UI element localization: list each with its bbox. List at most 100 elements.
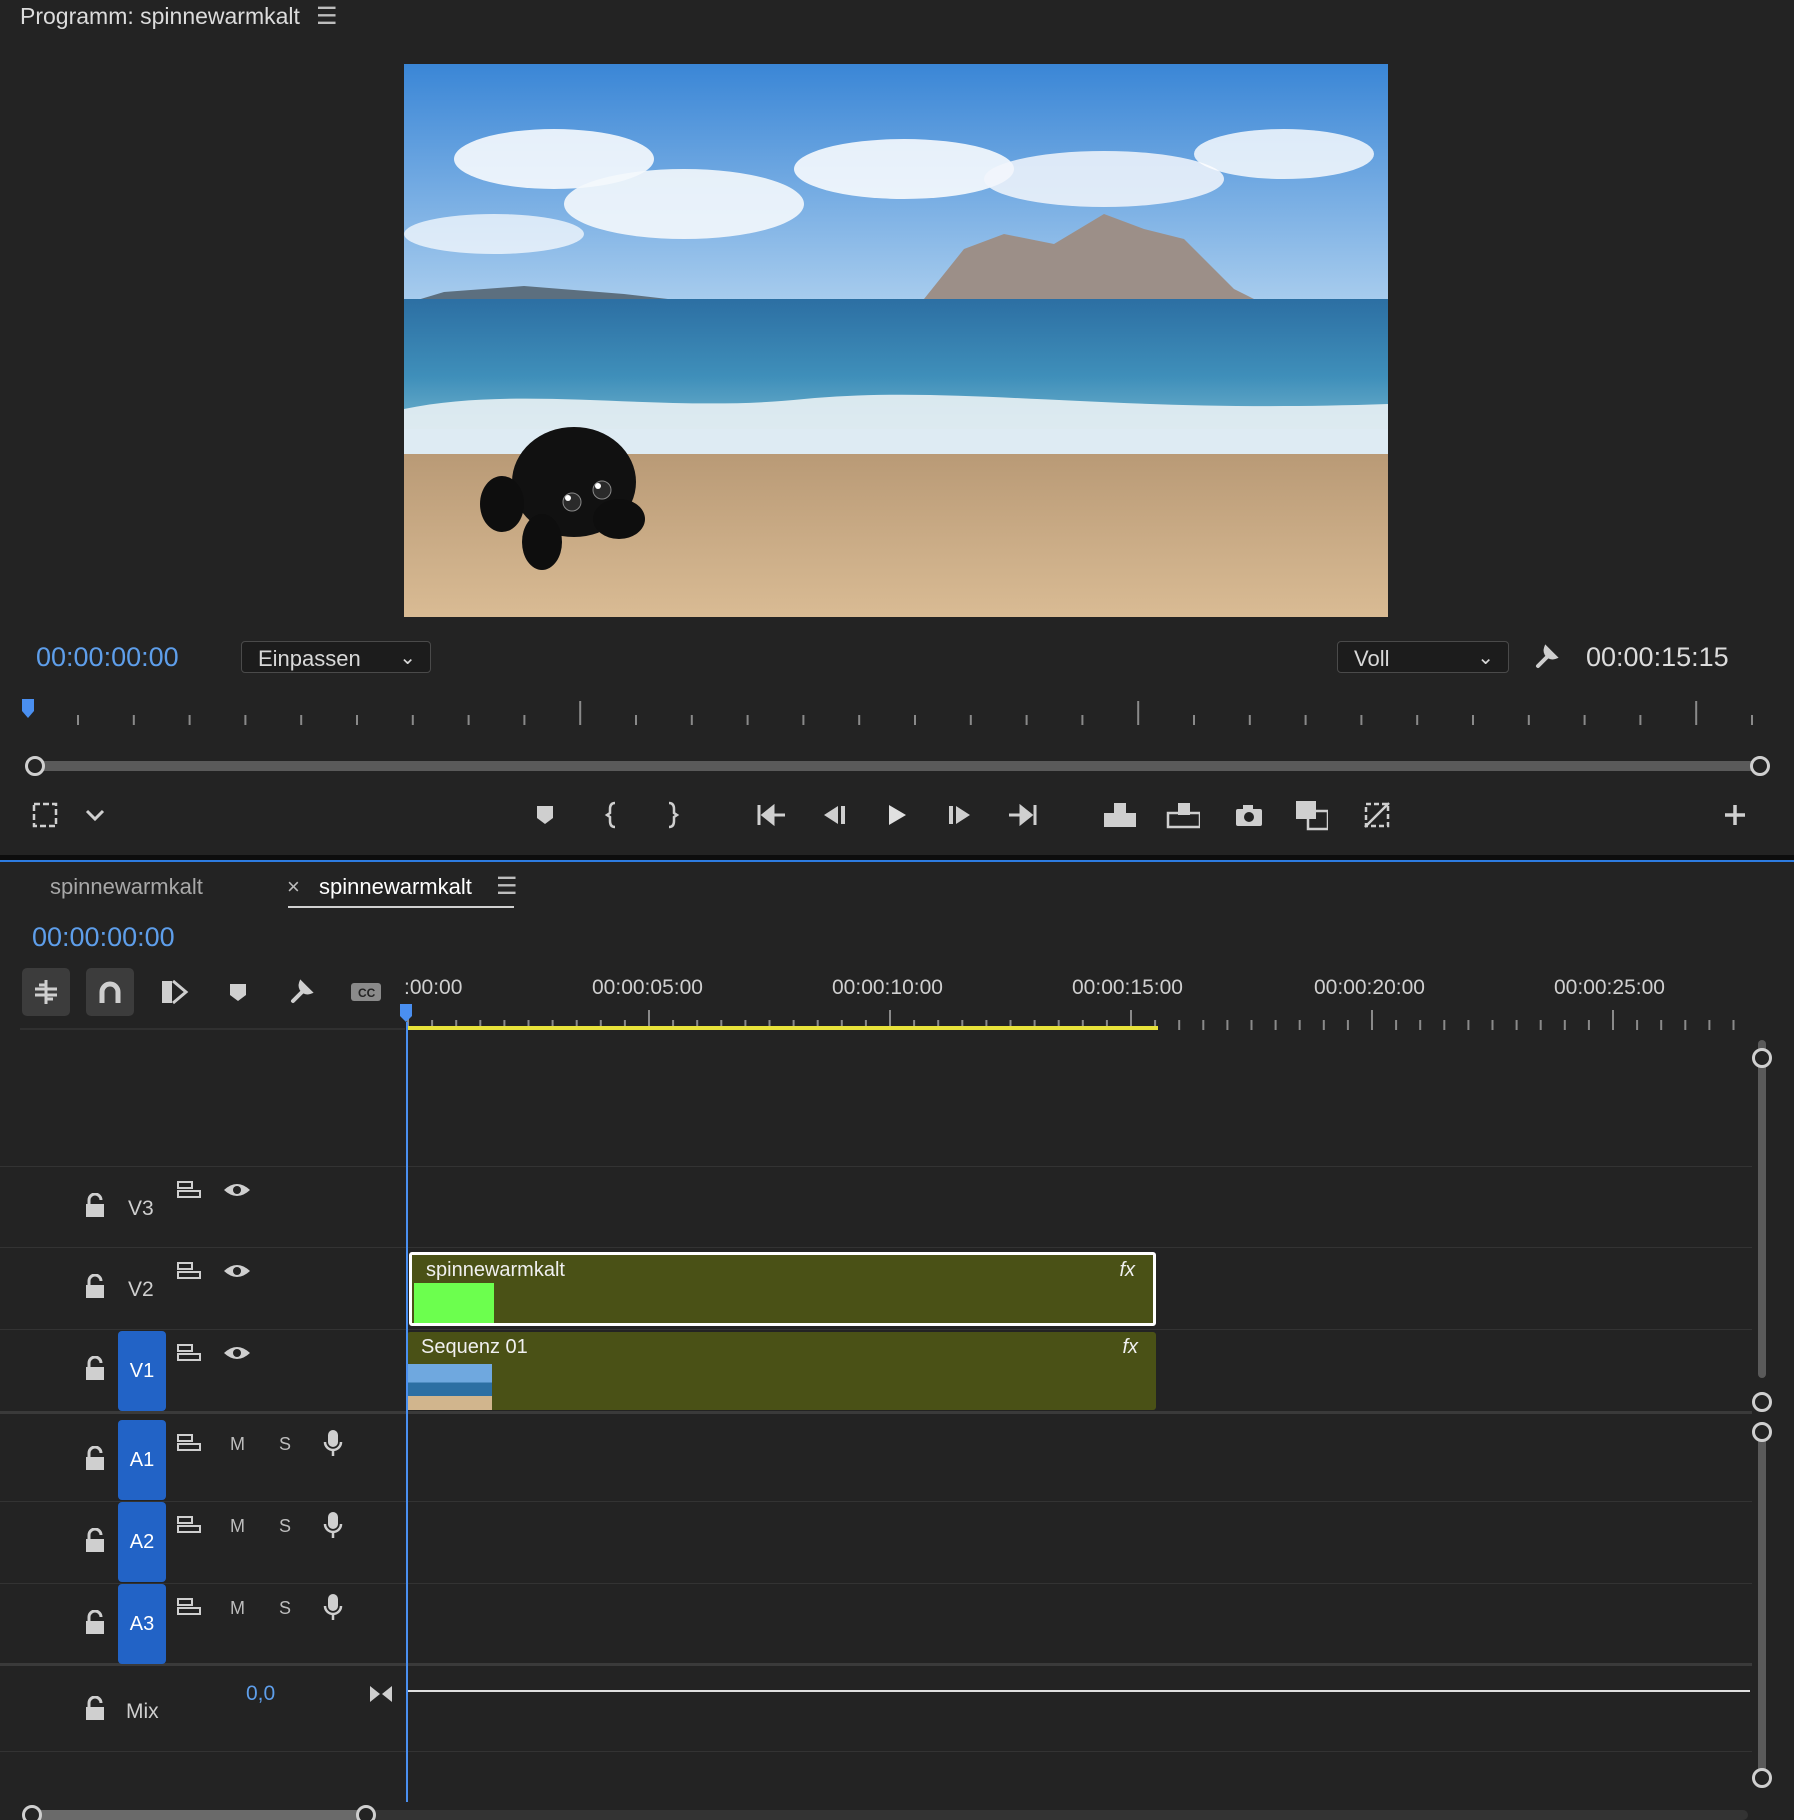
eye-icon[interactable] <box>222 1180 252 1205</box>
svg-text:CC: CC <box>358 986 376 1000</box>
timeline-ruler[interactable] <box>0 1002 1794 1042</box>
work-area-bar[interactable] <box>406 1026 1158 1030</box>
sync-lock-icon[interactable] <box>176 1260 202 1287</box>
track-target-v1[interactable]: V1 <box>118 1331 166 1411</box>
active-tab-underline <box>288 906 514 908</box>
mic-icon[interactable] <box>322 1592 344 1627</box>
lift-icon[interactable] <box>1102 798 1136 832</box>
playback-resolution-value: Voll <box>1354 646 1390 671</box>
track-target-a3[interactable]: A3 <box>118 1584 166 1664</box>
track-v1[interactable]: V1 Sequenz 01 fx <box>0 1330 1752 1414</box>
playhead-line[interactable] <box>406 1022 408 1802</box>
lock-icon[interactable] <box>84 1355 106 1387</box>
mic-icon[interactable] <box>322 1510 344 1545</box>
mute-button[interactable]: M <box>230 1598 245 1619</box>
lock-icon[interactable] <box>84 1273 106 1305</box>
play-icon[interactable] <box>880 798 914 832</box>
go-to-in-icon[interactable] <box>754 798 788 832</box>
eye-icon[interactable] <box>222 1261 252 1286</box>
menu-icon[interactable]: ☰ <box>496 872 518 901</box>
mark-out-icon[interactable] <box>654 798 688 832</box>
add-icon[interactable] <box>1718 798 1752 832</box>
scrollbar-handle[interactable] <box>1752 1422 1772 1442</box>
scrollbar-handle[interactable] <box>1752 1392 1772 1412</box>
overlay-icon[interactable] <box>1360 798 1394 832</box>
scrollbar-handle[interactable] <box>1752 1048 1772 1068</box>
sync-lock-icon[interactable] <box>176 1514 202 1541</box>
go-to-out-icon[interactable] <box>1006 798 1040 832</box>
clip-sequenz-01[interactable]: Sequenz 01 fx <box>407 1332 1156 1410</box>
mic-icon[interactable] <box>322 1428 344 1463</box>
track-name[interactable]: V3 <box>128 1197 154 1221</box>
sync-lock-icon[interactable] <box>176 1342 202 1369</box>
tab-sequence-active[interactable]: spinnewarmkalt <box>319 874 472 900</box>
extract-icon[interactable] <box>1166 798 1200 832</box>
scrollbar-handle[interactable] <box>1752 1768 1772 1788</box>
solo-button[interactable]: S <box>279 1516 291 1537</box>
scrollbar-start-handle[interactable] <box>25 756 45 776</box>
program-video-frame[interactable] <box>404 64 1388 617</box>
zoom-level-value: Einpassen <box>258 646 361 671</box>
mute-button[interactable]: M <box>230 1516 245 1537</box>
track-name[interactable]: V2 <box>128 1278 154 1302</box>
tab-close-icon[interactable]: × <box>287 874 300 900</box>
track-v3[interactable]: V3 <box>0 1166 1752 1248</box>
zoom-level-dropdown[interactable]: Einpassen ⌄ <box>241 641 431 673</box>
mix-volume-value[interactable]: 0,0 <box>246 1682 275 1706</box>
audio-tracks-scrollbar[interactable] <box>1758 1432 1766 1782</box>
lock-icon[interactable] <box>84 1445 106 1477</box>
wrench-icon[interactable] <box>1530 640 1564 674</box>
ruler-label: 00:00:05:00 <box>592 976 703 999</box>
clip-name: Sequenz 01 <box>421 1336 528 1358</box>
mark-in-icon[interactable] <box>596 798 630 832</box>
scrollbar-handle[interactable] <box>356 1805 376 1820</box>
timeline-panel: spinnewarmkalt × spinnewarmkalt ☰ 00:00:… <box>0 860 1794 1820</box>
clip-name: spinnewarmkalt <box>426 1259 565 1281</box>
solo-button[interactable]: S <box>279 1434 291 1455</box>
eye-icon[interactable] <box>222 1343 252 1368</box>
playhead-marker[interactable] <box>400 1004 412 1022</box>
tab-sequence-inactive[interactable]: spinnewarmkalt <box>50 874 203 900</box>
mix-volume-line[interactable] <box>408 1690 1750 1692</box>
sync-lock-icon[interactable] <box>176 1596 202 1623</box>
track-a3[interactable]: A3 M S <box>0 1584 1752 1666</box>
menu-icon[interactable]: ☰ <box>316 2 338 31</box>
sync-lock-icon[interactable] <box>176 1432 202 1459</box>
compare-icon[interactable] <box>1294 798 1328 832</box>
lock-icon[interactable] <box>84 1192 106 1224</box>
camera-icon[interactable] <box>1232 798 1266 832</box>
fx-badge: fx <box>1122 1336 1138 1358</box>
playback-resolution-dropdown[interactable]: Voll ⌄ <box>1337 641 1509 673</box>
mix-end-icon[interactable] <box>368 1684 394 1709</box>
sync-lock-icon[interactable] <box>176 1179 202 1206</box>
video-frame-image <box>404 64 1388 617</box>
ruler-label: 00:00:25:00 <box>1554 976 1665 999</box>
solo-button[interactable]: S <box>279 1598 291 1619</box>
track-a2[interactable]: A2 M S <box>0 1502 1752 1584</box>
lock-icon[interactable] <box>84 1695 106 1727</box>
step-forward-icon[interactable] <box>942 798 976 832</box>
mute-button[interactable]: M <box>230 1434 245 1455</box>
clip-spinnewarmkalt[interactable]: spinnewarmkalt fx <box>409 1252 1156 1326</box>
scrollbar-end-handle[interactable] <box>1750 756 1770 776</box>
program-time-ruler[interactable] <box>0 695 1794 735</box>
marker-icon[interactable] <box>528 798 562 832</box>
playhead-marker[interactable] <box>22 699 34 718</box>
scrollbar-handle[interactable] <box>22 1805 42 1820</box>
video-tracks-scrollbar[interactable] <box>1758 1040 1766 1378</box>
current-timecode[interactable]: 00:00:00:00 <box>36 642 179 673</box>
lock-icon[interactable] <box>84 1609 106 1641</box>
track-v2[interactable]: V2 spinnewarmkalt fx <box>0 1248 1752 1330</box>
lock-icon[interactable] <box>84 1527 106 1559</box>
horizontal-scrollbar-thumb[interactable] <box>32 1810 368 1820</box>
chevron-down-icon[interactable] <box>78 798 112 832</box>
zoom-scrollbar[interactable] <box>34 761 1760 771</box>
step-back-icon[interactable] <box>818 798 852 832</box>
track-a1[interactable]: A1 M S <box>0 1420 1752 1502</box>
track-target-a2[interactable]: A2 <box>118 1502 166 1582</box>
mix-label: Mix <box>126 1700 159 1723</box>
safe-margins-icon[interactable] <box>28 798 62 832</box>
track-mix[interactable]: Mix 0,0 <box>0 1670 1752 1752</box>
timeline-timecode[interactable]: 00:00:00:00 <box>32 922 175 953</box>
track-target-a1[interactable]: A1 <box>118 1420 166 1500</box>
